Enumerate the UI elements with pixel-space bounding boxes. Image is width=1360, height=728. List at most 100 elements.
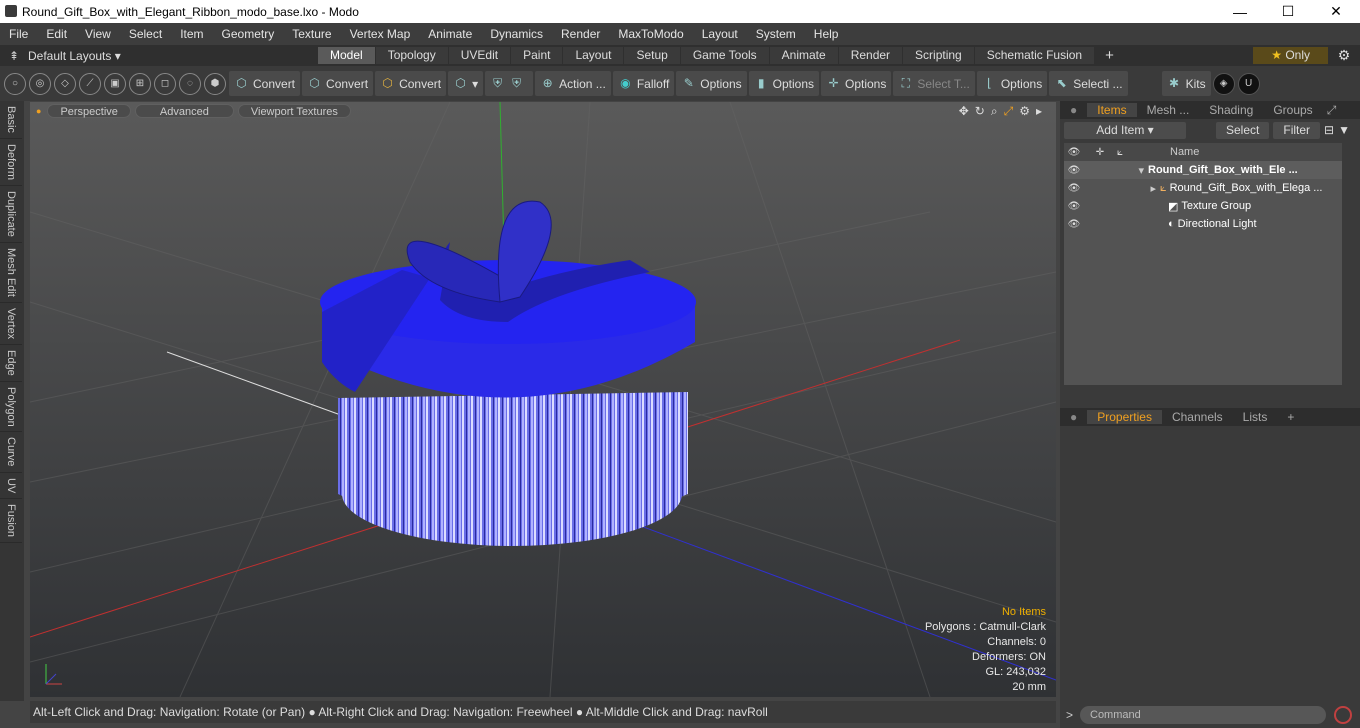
menu-file[interactable]: File bbox=[0, 27, 37, 41]
shield-toggle[interactable]: ⛨ ⛨ bbox=[485, 71, 534, 96]
list-item[interactable]: 👁 ▸ ⟀ Round_Gift_Box_with_Elega ... bbox=[1064, 179, 1342, 197]
menu-animate[interactable]: Animate bbox=[419, 27, 481, 41]
eye-icon[interactable]: 👁 bbox=[1064, 165, 1084, 176]
tab-properties[interactable]: Properties bbox=[1087, 410, 1162, 424]
3d-viewport[interactable]: ● Perspective Advanced Viewport Textures… bbox=[30, 102, 1056, 697]
menu-edit[interactable]: Edit bbox=[37, 27, 76, 41]
menu-maxtomodo[interactable]: MaxToModo bbox=[609, 27, 692, 41]
tab-layout[interactable]: Layout bbox=[563, 47, 624, 64]
circle-select-icon[interactable]: ○ bbox=[4, 72, 26, 95]
tab-mesh[interactable]: Mesh ... bbox=[1137, 103, 1200, 117]
material-mode-icon[interactable]: ◻ bbox=[154, 72, 176, 95]
pivot-icon[interactable]: ◌ bbox=[179, 72, 201, 95]
lock-column-icon[interactable]: ✛ bbox=[1090, 147, 1110, 158]
select-through-button[interactable]: ⛶ Select T... bbox=[893, 71, 975, 96]
lefttab-vertex[interactable]: Vertex bbox=[0, 303, 22, 345]
edge-mode-icon[interactable]: ⟋ bbox=[79, 72, 101, 95]
menu-view[interactable]: View bbox=[76, 27, 120, 41]
convert-button-1[interactable]: ⬡ Convert bbox=[229, 71, 301, 96]
funnel-icon[interactable]: ▼ bbox=[1338, 123, 1350, 137]
menu-item[interactable]: Item bbox=[171, 27, 212, 41]
convert-button-3[interactable]: ⬡ Convert bbox=[375, 71, 447, 96]
gear-icon[interactable]: ⚙ bbox=[1328, 47, 1360, 64]
command-arrow-icon[interactable]: > bbox=[1066, 708, 1073, 722]
selection-button[interactable]: ⬉ Selecti ... bbox=[1049, 71, 1128, 96]
viewport-arrow-icon[interactable]: ▸ bbox=[1036, 104, 1042, 119]
perspective-button[interactable]: Perspective bbox=[47, 104, 131, 118]
menu-geometry[interactable]: Geometry bbox=[213, 27, 284, 41]
tab-game-tools[interactable]: Game Tools bbox=[680, 47, 769, 64]
menu-help[interactable]: Help bbox=[805, 27, 848, 41]
lefttab-edge[interactable]: Edge bbox=[0, 345, 22, 382]
menu-vertex-map[interactable]: Vertex Map bbox=[341, 27, 420, 41]
falloff-button[interactable]: ◉ Falloff bbox=[612, 71, 675, 96]
expand-arrow-icon[interactable]: ▾ bbox=[1084, 164, 1144, 177]
eye-icon[interactable]: 👁 bbox=[1064, 219, 1084, 230]
rotate-icon[interactable]: ↻ bbox=[975, 104, 985, 119]
tab-shading[interactable]: Shading bbox=[1199, 103, 1263, 117]
options-button-1[interactable]: ✎ Options bbox=[676, 71, 747, 96]
tab-model[interactable]: Model bbox=[318, 47, 375, 64]
cube-dropdown[interactable]: ⬡ ▾ bbox=[448, 71, 484, 96]
name-column-header[interactable]: Name bbox=[1170, 146, 1199, 158]
command-input[interactable]: Command bbox=[1080, 705, 1326, 724]
menu-render[interactable]: Render bbox=[552, 27, 609, 41]
only-toggle[interactable]: ★ Only bbox=[1253, 47, 1328, 64]
add-panel-tab-icon[interactable]: + bbox=[1277, 410, 1304, 424]
gift-box[interactable] bbox=[320, 200, 696, 546]
maximize-view-icon[interactable]: ⤢ bbox=[1004, 104, 1014, 119]
tab-setup[interactable]: Setup bbox=[624, 47, 680, 64]
props-tabs-dot-icon[interactable]: ● bbox=[1060, 410, 1087, 424]
add-tab-icon[interactable]: + bbox=[1095, 47, 1124, 64]
panel-expand-icon[interactable]: ⤢ bbox=[1323, 103, 1341, 118]
lefttab-deform[interactable]: Deform bbox=[0, 139, 22, 186]
tab-channels[interactable]: Channels bbox=[1162, 410, 1233, 424]
tab-animate[interactable]: Animate bbox=[769, 47, 838, 64]
menu-select[interactable]: Select bbox=[120, 27, 171, 41]
shield-icon[interactable]: ⬢ bbox=[204, 72, 226, 95]
tab-groups[interactable]: Groups bbox=[1263, 103, 1322, 117]
list-item[interactable]: 👁 ▾ Round_Gift_Box_with_Ele ... bbox=[1064, 161, 1342, 179]
unity-icon[interactable]: ◈ bbox=[1212, 72, 1235, 95]
vertex-mode-icon[interactable]: ◇ bbox=[54, 72, 76, 95]
layouts-dropdown[interactable]: Default Layouts ▾ bbox=[28, 49, 318, 63]
render-column-icon[interactable]: ⟀ bbox=[1110, 147, 1130, 158]
viewport-gear-icon[interactable]: ⚙ bbox=[1019, 104, 1030, 119]
viewport-textures-button[interactable]: Viewport Textures bbox=[237, 104, 351, 118]
tab-schematic-fusion[interactable]: Schematic Fusion bbox=[974, 47, 1095, 64]
lefttab-curve[interactable]: Curve bbox=[0, 432, 22, 473]
close-button[interactable]: ✕ bbox=[1312, 3, 1360, 20]
lefttab-basic[interactable]: Basic bbox=[0, 101, 22, 139]
select-button[interactable]: Select bbox=[1216, 121, 1270, 139]
eye-icon[interactable]: 👁 bbox=[1064, 183, 1084, 194]
tab-render[interactable]: Render bbox=[838, 47, 903, 64]
list-item[interactable]: 👁 ◩ Texture Group bbox=[1064, 197, 1342, 215]
move-icon[interactable]: ✥ bbox=[959, 104, 969, 119]
menu-dynamics[interactable]: Dynamics bbox=[481, 27, 552, 41]
menu-texture[interactable]: Texture bbox=[283, 27, 340, 41]
collapse-icon[interactable]: ⊟ bbox=[1324, 123, 1334, 137]
unreal-icon[interactable]: U bbox=[1237, 72, 1260, 95]
tab-uvedit[interactable]: UVEdit bbox=[448, 47, 511, 64]
advanced-button[interactable]: Advanced bbox=[134, 104, 234, 118]
lefttab-duplicate[interactable]: Duplicate bbox=[0, 186, 22, 243]
maximize-button[interactable]: ☐ bbox=[1264, 3, 1312, 20]
visibility-column-icon[interactable]: 👁 bbox=[1064, 147, 1084, 158]
lefttab-polygon[interactable]: Polygon bbox=[0, 382, 22, 433]
record-icon[interactable] bbox=[1334, 705, 1352, 724]
minimize-button[interactable]: — bbox=[1216, 4, 1264, 20]
item-mode-icon[interactable]: ⊞ bbox=[129, 72, 151, 95]
polygon-mode-icon[interactable]: ▣ bbox=[104, 72, 126, 95]
convert-button-2[interactable]: ⬡ Convert bbox=[302, 71, 374, 96]
item-list[interactable]: 👁 ✛ ⟀ Name 👁 ▾ Round_Gift_Box_with_Ele .… bbox=[1064, 143, 1342, 385]
add-item-dropdown[interactable]: Add Item ▾ bbox=[1064, 121, 1186, 139]
collapse-arrow-icon[interactable]: ▸ bbox=[1084, 182, 1156, 195]
kits-button[interactable]: ✱ Kits bbox=[1161, 71, 1211, 96]
filter-button[interactable]: Filter bbox=[1273, 121, 1321, 139]
eye-icon[interactable]: 👁 bbox=[1064, 201, 1084, 212]
options-button-4[interactable]: ⌊ Options bbox=[976, 71, 1048, 96]
lefttab-uv[interactable]: UV bbox=[0, 473, 22, 500]
list-item[interactable]: 👁 ◐ Directional Light bbox=[1064, 215, 1342, 233]
tab-scripting[interactable]: Scripting bbox=[903, 47, 974, 64]
tab-topology[interactable]: Topology bbox=[375, 47, 448, 64]
